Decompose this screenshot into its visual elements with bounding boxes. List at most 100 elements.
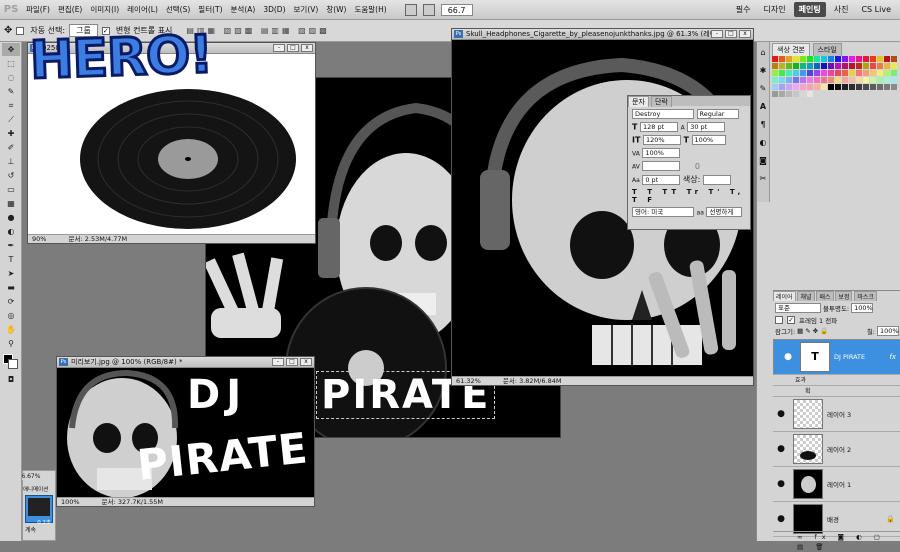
history-icon[interactable]: ⌂: [757, 44, 769, 62]
color-swatch[interactable]: [800, 91, 806, 97]
color-swatch[interactable]: [793, 63, 799, 69]
workspace-painting[interactable]: 페인팅: [793, 2, 826, 17]
color-swatch[interactable]: [786, 63, 792, 69]
brush-icon[interactable]: ✐: [2, 141, 20, 154]
close-icon[interactable]: x: [301, 44, 313, 52]
background-color-swatch[interactable]: [8, 359, 18, 369]
color-swatch[interactable]: [793, 84, 799, 90]
color-swatch[interactable]: [863, 56, 869, 62]
color-swatch[interactable]: [807, 91, 813, 97]
color-swatch[interactable]: [793, 70, 799, 76]
minimize-icon[interactable]: -: [711, 30, 723, 38]
layer-name[interactable]: 레이어 3: [827, 409, 851, 419]
color-swatch[interactable]: [807, 84, 813, 90]
font-style-select[interactable]: Regular: [696, 109, 739, 119]
lock-icons[interactable]: ▦✎✥🔒: [797, 327, 830, 335]
color-swatch[interactable]: [849, 84, 855, 90]
color-swatch[interactable]: [779, 63, 785, 69]
color-swatch[interactable]: [835, 84, 841, 90]
adjust-icon[interactable]: ◐: [757, 134, 769, 152]
loop-select[interactable]: 계속: [23, 525, 55, 534]
color-swatch[interactable]: [800, 70, 806, 76]
frame-delay[interactable]: 0.2초: [26, 518, 52, 526]
skull-window-titlebar[interactable]: Ps Skull_Headphones_Cigarette_by_pleasen…: [452, 29, 753, 40]
bridge-icon[interactable]: [404, 3, 417, 16]
color-swatch[interactable]: [863, 84, 869, 90]
color-swatch[interactable]: [856, 70, 862, 76]
layers-footer-buttons[interactable]: ∞ fx ◙ ◐ ▢ ▤ 🗑: [773, 531, 900, 551]
color-swatch[interactable]: [793, 91, 799, 97]
color-swatch[interactable]: [856, 63, 862, 69]
gradient-icon[interactable]: ▦: [2, 197, 20, 210]
eraser-icon[interactable]: ▭: [2, 183, 20, 196]
color-swatch[interactable]: [828, 84, 834, 90]
kerning-input[interactable]: [642, 161, 681, 171]
tool-presets-icon[interactable]: ✂: [757, 170, 769, 188]
preview-canvas[interactable]: DJ PIRATE: [57, 368, 314, 497]
color-swatch[interactable]: [800, 77, 806, 83]
layer-name[interactable]: 레이어 1: [827, 479, 851, 489]
menu-3d[interactable]: 3D(D): [259, 5, 289, 14]
character-icon[interactable]: A: [757, 98, 769, 116]
layer-name[interactable]: 레이어 2: [827, 444, 851, 454]
zoom-select[interactable]: 66.7: [440, 3, 473, 16]
color-swatch[interactable]: [835, 70, 841, 76]
tab-swatches[interactable]: 색상 견본: [772, 43, 810, 56]
color-swatch[interactable]: [786, 56, 792, 62]
color-swatch[interactable]: [884, 70, 890, 76]
language-select[interactable]: 영어: 미국: [632, 207, 694, 217]
color-swatch[interactable]: [814, 70, 820, 76]
color-swatch[interactable]: [821, 63, 827, 69]
color-swatch[interactable]: [807, 77, 813, 83]
quick-select-icon[interactable]: ✎: [2, 85, 20, 98]
crop-icon[interactable]: ⌗: [2, 99, 20, 112]
3d-orbit-icon[interactable]: ◎: [2, 309, 20, 322]
faux-style-buttons[interactable]: T T TT Tr T' T, T F: [632, 188, 746, 204]
menu-image[interactable]: 이미지(I): [86, 4, 123, 15]
vertical-scale-input[interactable]: 120%: [642, 135, 681, 145]
minimize-icon[interactable]: -: [272, 358, 284, 366]
color-swatch[interactable]: [821, 84, 827, 90]
color-swatch[interactable]: [779, 91, 785, 97]
color-swatch[interactable]: [772, 84, 778, 90]
shape-icon[interactable]: ▬: [2, 281, 20, 294]
layer-row-3[interactable]: ● 레이어 3: [773, 397, 900, 432]
unify-checkbox[interactable]: [775, 316, 783, 324]
color-swatch[interactable]: [842, 84, 848, 90]
menu-view[interactable]: 보기(V): [290, 4, 323, 15]
color-swatch[interactable]: [835, 63, 841, 69]
color-swatch[interactable]: [891, 70, 897, 76]
color-swatch[interactable]: [800, 56, 806, 62]
menu-filter[interactable]: 필터(T): [194, 4, 226, 15]
horizontal-scale-input[interactable]: 100%: [691, 135, 726, 145]
color-swatch[interactable]: [828, 63, 834, 69]
color-swatch[interactable]: [877, 77, 883, 83]
color-swatch[interactable]: [891, 56, 897, 62]
healing-icon[interactable]: ✚: [2, 127, 20, 140]
color-swatch[interactable]: [786, 91, 792, 97]
tracking-input[interactable]: 100%: [642, 148, 681, 158]
color-swatch[interactable]: [891, 77, 897, 83]
color-swatch[interactable]: [772, 77, 778, 83]
color-swatch[interactable]: [800, 63, 806, 69]
color-swatch[interactable]: [863, 70, 869, 76]
minibridge-icon[interactable]: [422, 3, 435, 16]
color-swatch[interactable]: [863, 77, 869, 83]
color-swatch[interactable]: [772, 63, 778, 69]
tab-styles[interactable]: 스타일: [812, 43, 842, 56]
color-swatch[interactable]: [821, 70, 827, 76]
quick-mask-icon[interactable]: ◘: [2, 373, 20, 386]
preview-zoom[interactable]: 100%: [61, 498, 80, 506]
menu-file[interactable]: 파일(F): [22, 4, 54, 15]
pen-icon[interactable]: ✒: [2, 239, 20, 252]
color-swatch[interactable]: [849, 63, 855, 69]
color-swatch[interactable]: [856, 77, 862, 83]
preview-document-window[interactable]: Ps 미리보기.jpg @ 100% (RGB/8#) * - □ x DJ PIR…: [56, 356, 315, 507]
font-family-select[interactable]: Destroy: [632, 109, 694, 119]
maximize-icon[interactable]: □: [287, 44, 299, 52]
move-icon[interactable]: ✥: [2, 43, 20, 56]
3d-rotate-icon[interactable]: ⟳: [2, 295, 20, 308]
color-swatch[interactable]: [884, 84, 890, 90]
mask-icon[interactable]: ◙: [757, 152, 769, 170]
actions-icon[interactable]: ✱: [757, 62, 769, 80]
